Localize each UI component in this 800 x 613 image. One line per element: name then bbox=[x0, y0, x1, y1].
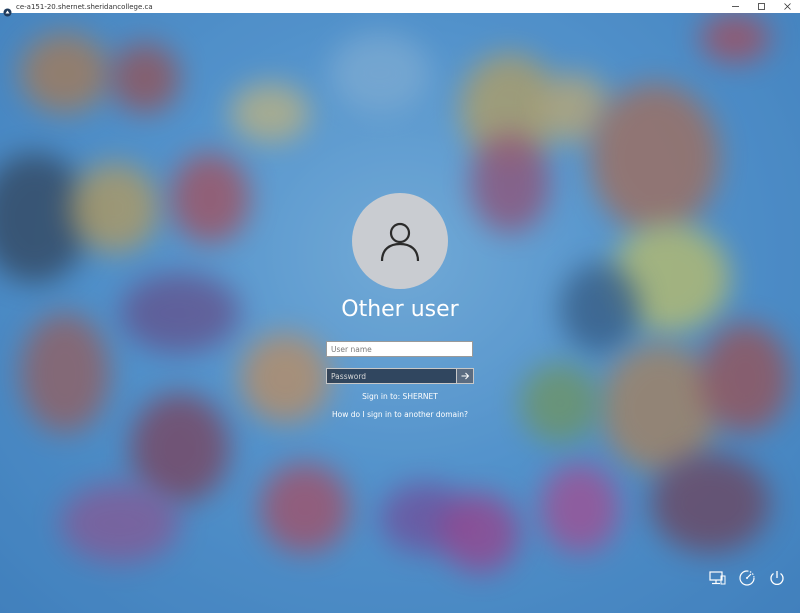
window-title: ce-a151-20.shernet.sheridancollege.ca bbox=[16, 2, 153, 11]
login-panel: Other user Sign in to: SHERNET How do I … bbox=[0, 13, 800, 613]
network-icon bbox=[709, 571, 726, 585]
sign-in-domain-text: Sign in to: SHERNET bbox=[362, 392, 438, 401]
close-icon bbox=[783, 3, 791, 10]
login-tray bbox=[708, 569, 786, 587]
remote-desktop-window: ce-a151-20.shernet.sheridancollege.ca Ot… bbox=[0, 0, 800, 613]
username-input[interactable] bbox=[326, 341, 473, 357]
maximize-button[interactable] bbox=[748, 0, 774, 13]
user-avatar bbox=[352, 193, 448, 289]
title-bar: ce-a151-20.shernet.sheridancollege.ca bbox=[0, 0, 800, 17]
minimize-icon bbox=[731, 6, 739, 7]
password-row bbox=[326, 368, 474, 384]
other-domain-help-link[interactable]: How do I sign in to another domain? bbox=[0, 410, 800, 419]
ease-of-access-icon bbox=[739, 570, 755, 586]
power-icon bbox=[770, 571, 784, 585]
minimize-button[interactable] bbox=[722, 0, 748, 13]
close-button[interactable] bbox=[774, 0, 800, 13]
remote-desktop-app-icon bbox=[3, 2, 12, 17]
password-input[interactable] bbox=[326, 368, 457, 384]
ease-of-access-button[interactable] bbox=[738, 569, 756, 587]
submit-button[interactable] bbox=[457, 368, 474, 384]
network-button[interactable] bbox=[708, 569, 726, 587]
power-button[interactable] bbox=[768, 569, 786, 587]
user-display-name: Other user bbox=[341, 297, 459, 322]
user-icon bbox=[380, 222, 420, 262]
arrow-right-icon bbox=[461, 372, 470, 380]
maximize-icon bbox=[757, 3, 765, 10]
